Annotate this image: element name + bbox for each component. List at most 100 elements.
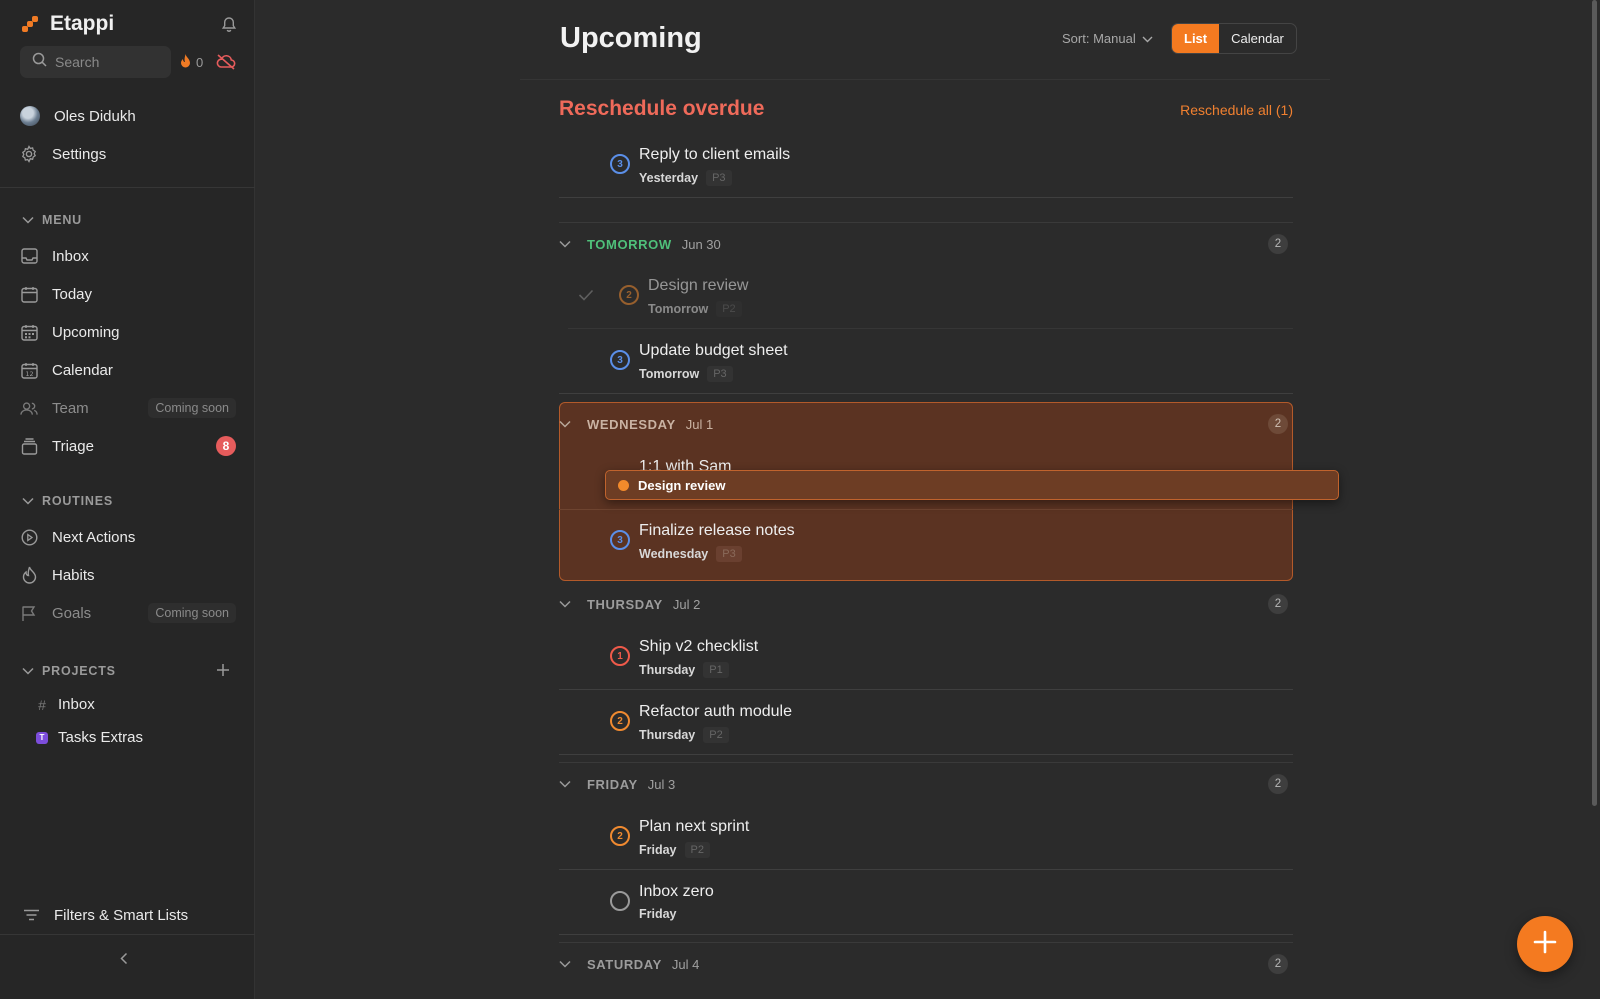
- dragged-task-title: Design review: [638, 477, 726, 493]
- group-name: WEDNESDAY: [587, 416, 676, 432]
- add-task-button[interactable]: [1517, 916, 1573, 972]
- task-row[interactable]: 3 Update budget sheet Tomorrow P3: [559, 330, 1293, 394]
- task-meta: Wednesday P3: [639, 546, 742, 562]
- overdue-section-title: Reschedule overdue: [559, 97, 765, 120]
- projects-section-toggle[interactable]: PROJECTS: [22, 664, 116, 678]
- main-scrollbar[interactable]: [1592, 0, 1597, 806]
- cloud-off-icon[interactable]: [216, 54, 236, 75]
- sidebar-divider: [0, 934, 255, 935]
- section-divider: [559, 762, 1293, 763]
- user-profile[interactable]: Oles Didukh: [20, 101, 236, 131]
- flag-icon: [20, 604, 38, 622]
- sidebar-item-label: Today: [52, 285, 93, 303]
- chevron-down-icon: [22, 213, 34, 227]
- brand[interactable]: Etappi: [22, 12, 114, 36]
- task-due: Thursday: [639, 663, 696, 677]
- group-date: Jun 30: [681, 236, 721, 252]
- task-due: Friday: [639, 843, 677, 857]
- sidebar-item-label: Team: [52, 399, 89, 417]
- task-title: Plan next sprint: [639, 818, 750, 835]
- sidebar-item-upcoming[interactable]: Upcoming: [20, 317, 236, 347]
- task-row[interactable]: Inbox zero Friday: [559, 871, 1293, 935]
- menu-section-toggle[interactable]: MENU: [22, 213, 82, 227]
- task-checkbox[interactable]: 3: [610, 154, 630, 174]
- search-input[interactable]: [55, 54, 165, 70]
- task-row[interactable]: 3 Finalize release notes Wednesday P3: [559, 510, 1293, 574]
- calendar-icon: 12: [20, 361, 38, 379]
- group-header-tomorrow[interactable]: TOMORROW Jun 30 2: [559, 230, 1293, 258]
- coming-soon-badge: Coming soon: [148, 603, 236, 623]
- sidebar: Etappi 0 Oles Didukh Settings MENU Inbox: [0, 0, 255, 999]
- task-priority: P3: [716, 546, 742, 562]
- reschedule-all-button[interactable]: Reschedule all (1): [1180, 102, 1293, 118]
- task-due: Tomorrow: [648, 302, 709, 316]
- group-name: SATURDAY: [587, 956, 662, 972]
- filters-smart-lists-link[interactable]: Filters & Smart Lists: [22, 900, 238, 930]
- group-count-badge: 2: [1268, 234, 1288, 254]
- sidebar-item-inbox[interactable]: Inbox: [20, 241, 236, 271]
- group-date: Jul 4: [671, 956, 700, 972]
- projects-section-label: PROJECTS: [42, 664, 116, 678]
- group-count-badge: 2: [1268, 414, 1288, 434]
- sort-dropdown[interactable]: Sort: Manual: [1062, 31, 1153, 46]
- app-name: Etappi: [50, 12, 115, 35]
- add-project-icon[interactable]: [216, 663, 230, 682]
- project-item-tasks-extras[interactable]: T Tasks Extras: [36, 729, 143, 746]
- task-row[interactable]: 2 Design review Tomorrow P2: [568, 265, 1293, 329]
- bell-icon[interactable]: [221, 16, 237, 38]
- chevron-down-icon: [559, 600, 579, 608]
- sidebar-item-next-actions[interactable]: Next Actions: [20, 522, 236, 552]
- settings-link[interactable]: Settings: [20, 139, 236, 169]
- collapse-sidebar-icon[interactable]: [120, 952, 128, 970]
- chevron-down-icon: [559, 240, 579, 248]
- routines-section-toggle[interactable]: ROUTINES: [22, 494, 113, 508]
- group-count-badge: 2: [1268, 954, 1288, 974]
- sidebar-item-today[interactable]: Today: [20, 279, 236, 309]
- task-row[interactable]: 2 Refactor auth module Thursday P2: [559, 691, 1293, 755]
- task-checkbox[interactable]: 3: [610, 530, 630, 550]
- task-checkbox[interactable]: 2: [619, 285, 639, 305]
- group-name: FRIDAY: [587, 776, 638, 792]
- task-checkbox[interactable]: [610, 891, 630, 911]
- page-title: Upcoming: [560, 22, 702, 54]
- group-header-thursday[interactable]: THURSDAY Jul 2 2: [559, 590, 1293, 618]
- search-box[interactable]: [20, 46, 171, 78]
- sidebar-item-team[interactable]: Team Coming soon: [20, 393, 236, 423]
- task-row[interactable]: 2 Plan next sprint Friday P2: [559, 806, 1293, 870]
- task-checkbox[interactable]: 2: [610, 711, 630, 731]
- task-title: Design review: [648, 277, 749, 294]
- streak-counter[interactable]: 0: [180, 54, 203, 71]
- flame-icon: [180, 54, 191, 71]
- group-header-wednesday[interactable]: WEDNESDAY Jul 1 2: [559, 410, 1293, 438]
- dragged-task-chip[interactable]: Design review: [605, 470, 1339, 500]
- chevron-down-icon: [559, 960, 579, 968]
- sidebar-item-goals[interactable]: Goals Coming soon: [20, 598, 236, 628]
- task-row[interactable]: 1 Ship v2 checklist Thursday P1: [559, 626, 1293, 690]
- task-checkbox[interactable]: 2: [610, 826, 630, 846]
- task-priority: P2: [703, 727, 729, 743]
- task-meta: Thursday P1: [639, 662, 729, 678]
- task-priority: P3: [706, 170, 732, 186]
- view-calendar-button[interactable]: Calendar: [1219, 24, 1296, 53]
- project-item-inbox[interactable]: # Inbox: [36, 696, 95, 713]
- habit-icon: [20, 566, 38, 584]
- svg-text:12: 12: [25, 370, 33, 378]
- sidebar-item-label: Triage: [52, 437, 94, 455]
- task-checkbox[interactable]: 1: [610, 646, 630, 666]
- chevron-down-icon: [22, 494, 34, 508]
- task-priority: P3: [707, 366, 733, 382]
- sidebar-item-label: Habits: [52, 566, 95, 584]
- triage-count-badge: 8: [216, 436, 236, 456]
- view-list-button[interactable]: List: [1172, 24, 1220, 53]
- group-header-friday[interactable]: FRIDAY Jul 3 2: [559, 770, 1293, 798]
- sidebar-item-triage[interactable]: Triage 8: [20, 431, 236, 461]
- sidebar-item-label: Goals: [52, 604, 92, 622]
- task-row[interactable]: 3 Reply to client emails Yesterday P3: [559, 134, 1293, 198]
- routines-section-label: ROUTINES: [42, 494, 113, 508]
- task-checkbox[interactable]: 3: [610, 350, 630, 370]
- group-header-saturday[interactable]: SATURDAY Jul 4 2: [559, 950, 1293, 978]
- task-title: Reply to client emails: [639, 146, 791, 163]
- sidebar-item-calendar[interactable]: 12 Calendar: [20, 355, 236, 385]
- sidebar-item-habits[interactable]: Habits: [20, 560, 236, 590]
- group-name: TOMORROW: [587, 236, 672, 252]
